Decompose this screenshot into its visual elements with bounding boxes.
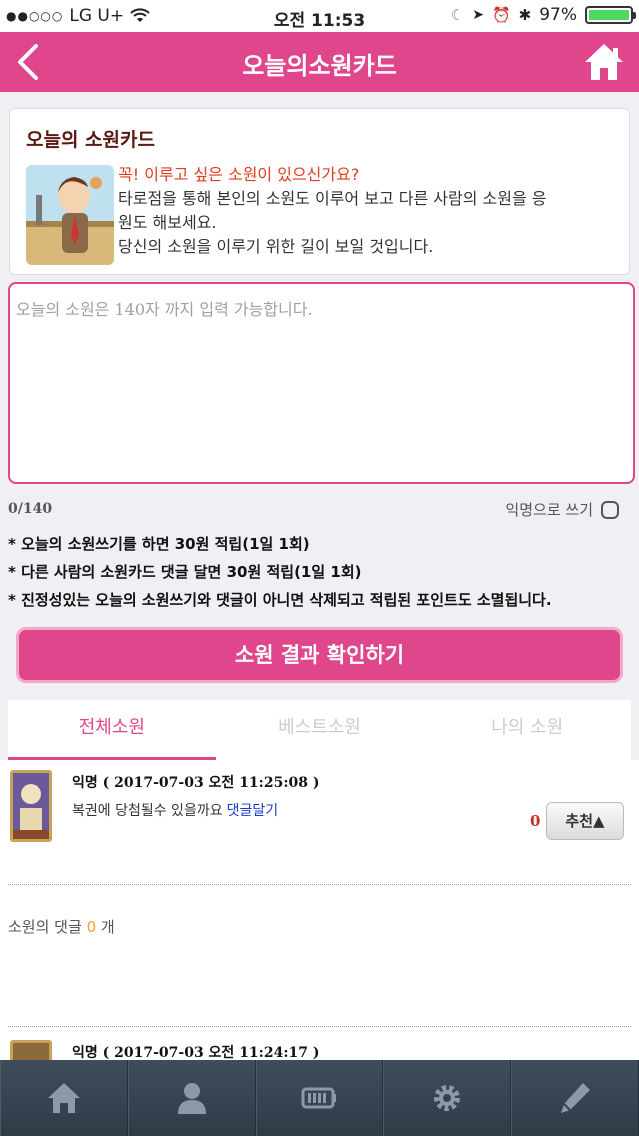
note-item: * 오늘의 소원쓰기를 하면 30원 적립(1일 1회) xyxy=(8,535,310,553)
nav-home[interactable] xyxy=(0,1060,128,1136)
intro-card: 오늘의 소원카드 꼭! 이루고 싶은 소원이 있으신가요? 타로점을 통해 본인… xyxy=(9,108,630,275)
divider xyxy=(8,1026,631,1027)
intro-line1: 타로점을 통해 본인의 소원도 이루어 보고 다른 사람의 소원을 응 xyxy=(118,189,547,208)
post-meta: 익명 ( 2017-07-03 오전 11:25:08 ) xyxy=(72,775,320,791)
bluetooth-icon: ✱ xyxy=(518,6,532,24)
comment-prefix: 소원의 댓글 xyxy=(8,918,82,936)
post-meta: 익명 ( 2017-07-03 오전 11:24:17 ) xyxy=(72,1045,320,1061)
home-icon[interactable] xyxy=(583,42,625,82)
battery-icon xyxy=(301,1087,337,1109)
wish-list: 익명 ( 2017-07-03 오전 11:25:08 ) 복권에 당첨될수 있… xyxy=(0,760,639,1112)
anonymous-toggle[interactable]: 익명으로 쓰기 xyxy=(505,499,619,520)
app-header: 오늘의소원카드 xyxy=(0,32,639,92)
comment-summary: 소원의 댓글 0 개 xyxy=(8,916,115,937)
tarot-card-image xyxy=(10,770,52,842)
alarm-icon: ⏰ xyxy=(491,6,511,24)
status-right: ☾ ➤ ⏰ ✱ 97% xyxy=(450,5,636,25)
anonymous-label: 익명으로 쓰기 xyxy=(505,501,593,519)
battery-icon xyxy=(585,6,636,24)
intro-line2: 원도 해보세요. xyxy=(118,213,217,232)
tab-all[interactable]: 전체소원 xyxy=(8,700,216,761)
wish-input[interactable] xyxy=(8,282,635,484)
tab-best[interactable]: 베스트소원 xyxy=(216,700,424,760)
pencil-icon xyxy=(561,1083,591,1113)
person-icon xyxy=(177,1083,206,1114)
battery-percent: 97% xyxy=(539,5,577,25)
vote-count: 0 xyxy=(530,812,541,830)
status-bar: ●●○○○ LG U+ 오전 11:53 ☾ ➤ ⏰ ✱ 97% xyxy=(0,0,639,32)
note-item: * 다른 사람의 소원카드 댓글 달면 30원 적립(1일 1회) xyxy=(8,563,362,581)
recommend-button[interactable]: 추천▲ xyxy=(546,802,624,840)
nav-write[interactable] xyxy=(511,1060,639,1136)
divider xyxy=(8,884,631,885)
post-text: 복권에 당첨될수 있을까요 xyxy=(72,803,223,819)
bottom-nav xyxy=(0,1060,639,1136)
gear-icon xyxy=(434,1085,461,1111)
comment-link[interactable]: 댓글달기 xyxy=(227,803,279,819)
location-icon: ➤ xyxy=(472,7,484,23)
moon-icon: ☾ xyxy=(450,6,465,24)
intro-text: 꼭! 이루고 싶은 소원이 있으신가요? 타로점을 통해 본인의 소원도 이루어… xyxy=(118,163,618,259)
notes-list: * 오늘의 소원쓰기를 하면 30원 적립(1일 1회) * 다른 사람의 소원… xyxy=(8,530,633,614)
intro-line3: 당신의 소원을 이루기 위한 길이 보일 것입니다. xyxy=(118,237,434,256)
page-title: 오늘의소원카드 xyxy=(242,52,397,80)
nav-points[interactable] xyxy=(255,1060,384,1136)
anonymous-checkbox[interactable] xyxy=(601,500,619,519)
nav-profile[interactable] xyxy=(127,1060,256,1136)
post-message: 복권에 당첨될수 있을까요 댓글달기 xyxy=(72,800,278,820)
intro-highlight: 꼭! 이루고 싶은 소원이 있으신가요? xyxy=(118,165,360,184)
nav-settings[interactable] xyxy=(383,1060,512,1136)
home-icon xyxy=(47,1083,80,1113)
check-result-button[interactable]: 소원 결과 확인하기 xyxy=(16,627,623,683)
note-item: * 진정성있는 오늘의 소원쓰기와 댓글이 아니면 삭제되고 적립된 포인트도 … xyxy=(8,591,552,609)
wish-tabs: 전체소원 베스트소원 나의 소원 xyxy=(8,700,631,761)
comment-suffix: 개 xyxy=(100,918,115,936)
tab-mine[interactable]: 나의 소원 xyxy=(423,700,631,760)
char-counter: 0/140 xyxy=(8,501,53,517)
intro-title: 오늘의 소원카드 xyxy=(26,129,155,151)
comment-count: 0 xyxy=(86,918,97,936)
intro-illustration xyxy=(26,165,114,265)
